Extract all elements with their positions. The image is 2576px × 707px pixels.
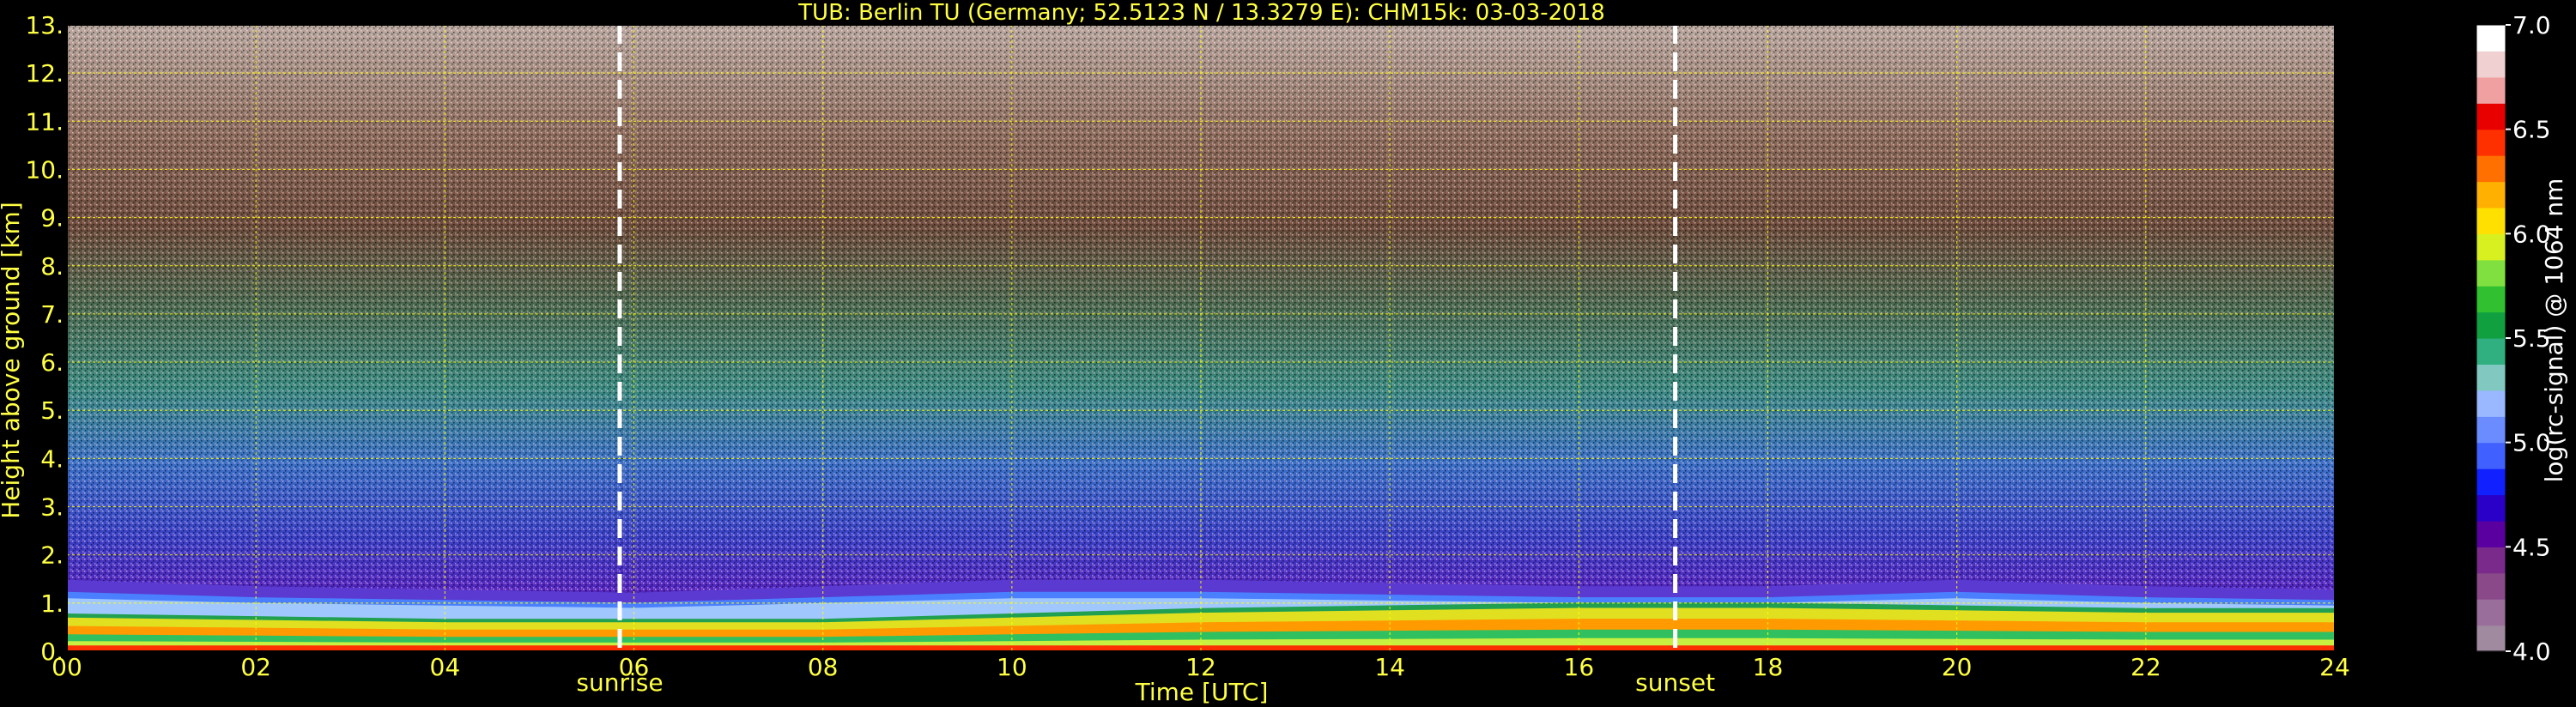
plot-area bbox=[66, 24, 2336, 652]
y-tick-label: 4. bbox=[40, 444, 64, 473]
colorbar-swatch bbox=[2476, 233, 2506, 261]
x-tick-label: 24 bbox=[2319, 653, 2350, 681]
x-tick-label: 04 bbox=[430, 653, 461, 681]
colorbar-swatch bbox=[2476, 129, 2506, 156]
sunset-label: sunset bbox=[1635, 668, 1715, 697]
colorbar-swatch bbox=[2476, 468, 2506, 496]
colorbar-tick-label: 4.5 bbox=[2512, 533, 2551, 561]
x-tick-label: 14 bbox=[1374, 653, 1405, 681]
colorbar-swatch bbox=[2476, 625, 2506, 652]
y-tick-label: 12. bbox=[25, 59, 64, 88]
y-tick-label: 3. bbox=[40, 493, 64, 522]
colorbar-swatch bbox=[2476, 416, 2506, 444]
colorbar-swatch bbox=[2476, 494, 2506, 522]
x-tick-label: 18 bbox=[1753, 653, 1784, 681]
colorbar-swatch bbox=[2476, 442, 2506, 469]
colorbar-swatch bbox=[2476, 155, 2506, 183]
colorbar-label: log(rc-signal) @ 1064 nm bbox=[2540, 178, 2568, 483]
colorbar-swatch bbox=[2476, 547, 2506, 574]
y-tick-label: 1. bbox=[40, 589, 64, 618]
colorbar-tick-label: 4.0 bbox=[2512, 638, 2551, 666]
colorbar-swatch bbox=[2476, 259, 2506, 287]
x-axis-label: Time [UTC] bbox=[1135, 678, 1269, 706]
colorbar-swatch bbox=[2476, 572, 2506, 600]
colorbar-swatch bbox=[2476, 311, 2506, 339]
y-tick-label: 6. bbox=[40, 348, 64, 377]
colorbar-tick-label: 7.0 bbox=[2512, 11, 2551, 39]
y-tick-label: 11. bbox=[25, 107, 64, 136]
colorbar-swatch bbox=[2476, 364, 2506, 391]
chart-title: TUB: Berlin TU (Germany; 52.5123 N / 13.… bbox=[797, 0, 1605, 26]
y-tick-label: 8. bbox=[40, 252, 64, 281]
colorbar-swatch bbox=[2476, 390, 2506, 417]
colorbar-swatch bbox=[2476, 599, 2506, 626]
y-axis-label: Height above ground [km] bbox=[0, 202, 25, 519]
y-tick-label: 9. bbox=[40, 204, 64, 233]
colorbar-swatch bbox=[2476, 520, 2506, 547]
y-tick-label: 13. bbox=[25, 11, 64, 39]
colorbar-swatch bbox=[2476, 207, 2506, 234]
y-tick-label: 5. bbox=[40, 396, 64, 425]
colorbar-swatch bbox=[2476, 338, 2506, 366]
x-tick-label: 20 bbox=[1942, 653, 1973, 681]
ceilometer-chart: 00 02 04 06 08 10 12 14 16 18 20 22 24 0.1.2.3.4.5.6… bbox=[0, 0, 2568, 706]
colorbar-swatch bbox=[2476, 103, 2506, 130]
x-tick-label: 08 bbox=[808, 653, 839, 681]
x-tick-label: 02 bbox=[240, 653, 271, 681]
y-tick-label: 7. bbox=[40, 300, 64, 329]
colorbar-swatch bbox=[2476, 76, 2506, 104]
colorbar-swatch bbox=[2476, 286, 2506, 313]
x-tick-label: 10 bbox=[997, 653, 1027, 681]
colorbar-tick-label: 6.5 bbox=[2512, 116, 2551, 144]
colorbar-swatch bbox=[2476, 181, 2506, 208]
y-tick-label: 0. bbox=[40, 638, 64, 666]
colorbar-swatch bbox=[2476, 51, 2506, 78]
y-tick-label: 10. bbox=[25, 155, 64, 184]
x-tick-label: 16 bbox=[1564, 653, 1595, 681]
x-tick-label: 22 bbox=[2131, 653, 2161, 681]
colorbar-swatch bbox=[2476, 25, 2506, 52]
y-tick-label: 2. bbox=[40, 541, 64, 570]
sunrise-label: sunrise bbox=[576, 668, 663, 697]
